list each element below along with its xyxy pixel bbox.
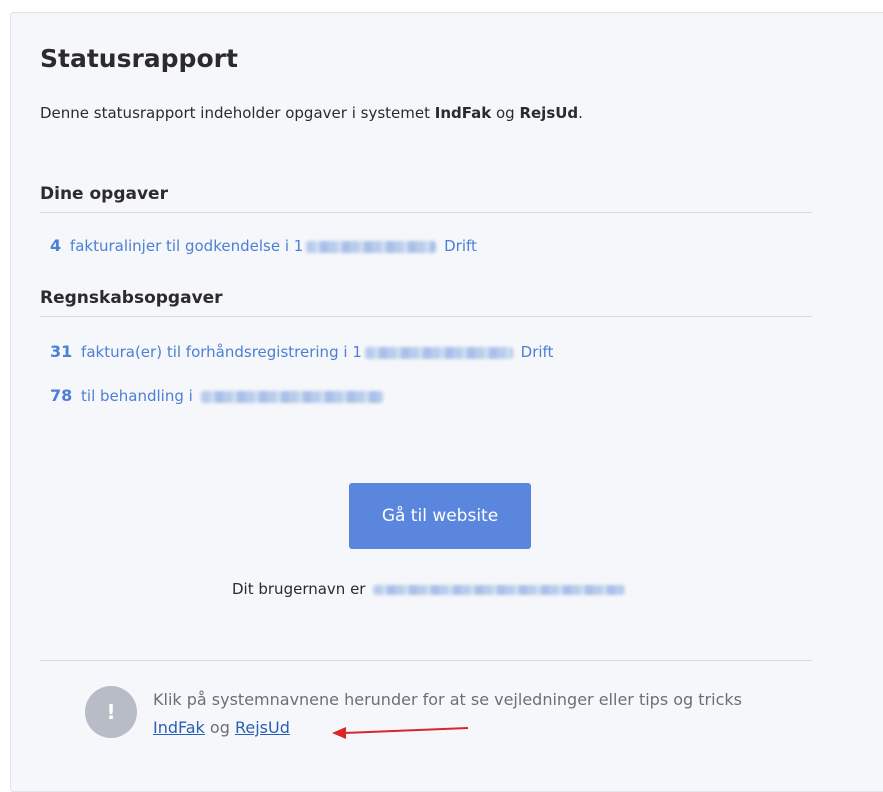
username-redacted-link[interactable] [373, 584, 626, 595]
intro-text: Denne statusrapport indeholder opgaver i… [40, 104, 583, 122]
intro-mid: og [491, 104, 520, 122]
task-suffix: Drift [444, 237, 477, 255]
task-count: 78 [50, 386, 73, 405]
task-count: 31 [50, 342, 73, 361]
task-text: fakturalinjer til godkendelse i [69, 237, 289, 255]
redacted-text [306, 240, 437, 253]
intro-suffix: . [578, 104, 583, 122]
task-prefix: 1 [352, 343, 362, 361]
intro-prefix: Denne statusrapport indeholder opgaver i… [40, 104, 435, 122]
indfak-guide-link[interactable]: IndFak [153, 718, 205, 737]
username-label: Dit brugernavn er [232, 580, 366, 598]
task-text: til behandling i [81, 387, 193, 405]
task-prefix: 1 [293, 237, 304, 255]
section-heading-dine-opgaver: Dine opgaver [40, 184, 812, 213]
rejsud-guide-link[interactable]: RejsUd [235, 718, 290, 737]
footer-connector: og [209, 718, 230, 737]
redacted-text [200, 390, 383, 403]
task-suffix: Drift [520, 343, 554, 361]
task-link-invoice-lines[interactable]: 4 fakturalinjer til godkendelse i 1 Drif… [50, 236, 477, 255]
footer-message: Klik på systemnavnene herunder for at se… [153, 690, 742, 709]
task-link-processing[interactable]: 78 til behandling i [50, 386, 386, 405]
go-to-website-button[interactable]: Gå til website [349, 483, 531, 549]
system-name-rejsud: RejsUd [519, 104, 579, 122]
task-text: faktura(er) til forhåndsregistrering i [81, 343, 348, 361]
footer-divider [40, 660, 812, 661]
section-heading-regnskabsopgaver: Regnskabsopgaver [40, 288, 812, 317]
task-count: 4 [50, 236, 62, 255]
username-line: Dit brugernavn er [232, 580, 628, 598]
annotation-arrow-icon [332, 727, 469, 739]
page-title: Statusrapport [40, 44, 238, 73]
system-name-indfak: IndFak [434, 104, 492, 122]
exclamation-icon: ! [85, 686, 137, 738]
redacted-text [364, 346, 513, 359]
task-link-preregistration[interactable]: 31 faktura(er) til forhåndsregistrering … [50, 342, 553, 361]
